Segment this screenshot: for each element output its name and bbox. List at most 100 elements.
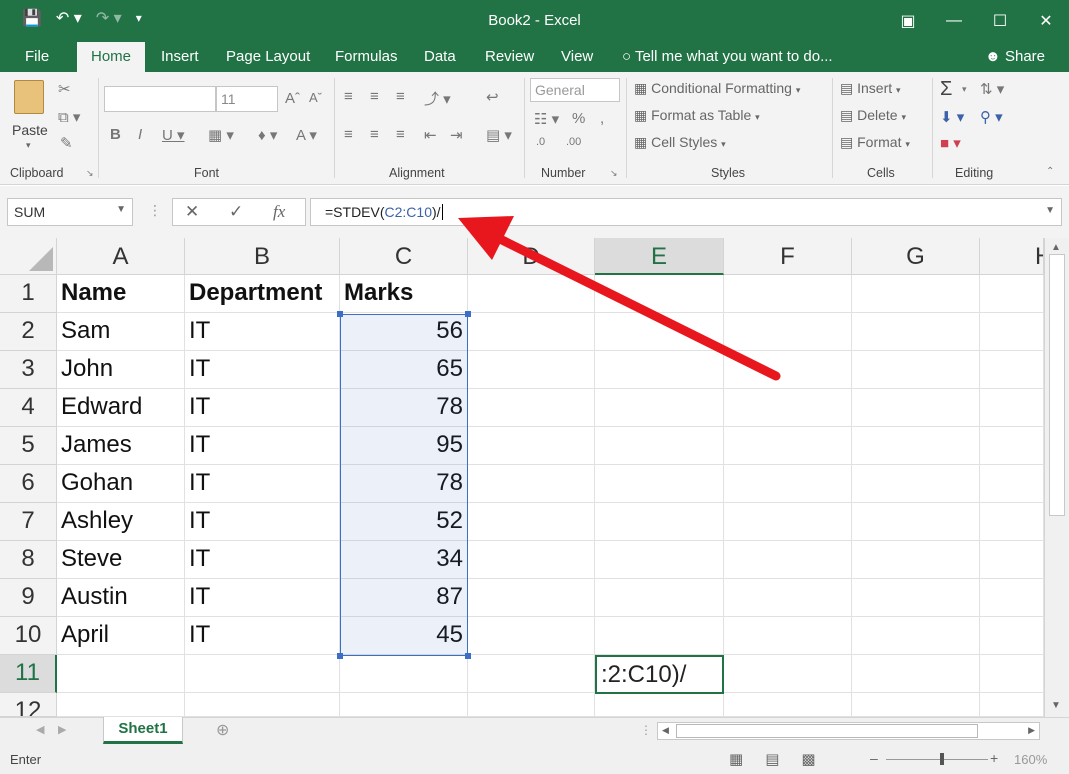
empty-cell[interactable] [595, 465, 724, 503]
empty-cell[interactable] [980, 655, 1044, 693]
cell-b6[interactable]: IT [185, 465, 340, 503]
sheet-tab-sheet1[interactable]: Sheet1 [103, 717, 183, 744]
orientation-icon[interactable]: ⤴ ▾ [424, 88, 451, 109]
cell-b1[interactable]: Department [185, 275, 340, 313]
decrease-decimal-icon[interactable]: .00 [566, 136, 581, 148]
insert-cells-button[interactable]: ▤ Insert ▾ [840, 80, 901, 97]
previous-sheet-icon[interactable]: ◀ [36, 723, 44, 736]
tab-view[interactable]: View [561, 48, 593, 65]
scroll-right-icon[interactable]: ▶ [1028, 725, 1035, 736]
empty-cell[interactable] [980, 503, 1044, 541]
close-icon[interactable]: ✕ [1023, 11, 1069, 31]
cancel-icon[interactable]: ✕ [185, 202, 199, 222]
empty-cell[interactable] [595, 389, 724, 427]
empty-cell[interactable] [595, 617, 724, 655]
delete-cells-button[interactable]: ▤ Delete ▾ [840, 107, 906, 124]
decrease-indent-icon[interactable]: ⇤ [424, 126, 437, 144]
format-painter-icon[interactable]: ✎ [60, 134, 73, 152]
row-header-3[interactable]: 3 [0, 351, 57, 389]
increase-font-icon[interactable]: Aˆ [285, 90, 300, 107]
clear-icon[interactable]: ■ ▾ [940, 134, 961, 152]
empty-cell[interactable] [852, 275, 980, 313]
cell-a2[interactable]: Sam [57, 313, 185, 351]
ribbon-display-icon[interactable]: ▣ [885, 11, 931, 31]
cell-a4[interactable]: Edward [57, 389, 185, 427]
column-header-b[interactable]: B [185, 238, 340, 275]
zoom-in-icon[interactable]: + [990, 750, 998, 766]
empty-cell[interactable] [724, 351, 852, 389]
tab-page-layout[interactable]: Page Layout [226, 48, 310, 65]
zoom-slider-thumb[interactable] [940, 753, 944, 765]
enter-icon[interactable]: ✓ [229, 202, 243, 222]
empty-cell[interactable] [724, 389, 852, 427]
font-size-input[interactable]: 11 [216, 86, 278, 112]
empty-cell[interactable] [595, 313, 724, 351]
cell-b7[interactable]: IT [185, 503, 340, 541]
tab-review[interactable]: Review [485, 48, 534, 65]
empty-cell[interactable] [980, 465, 1044, 503]
empty-cell[interactable] [852, 655, 980, 693]
find-select-icon[interactable]: ⚲ ▾ [980, 108, 1003, 126]
share-button[interactable]: ☻ Share [985, 48, 1045, 65]
zoom-level[interactable]: 160% [1014, 752, 1047, 767]
empty-cell[interactable] [852, 617, 980, 655]
maximize-icon[interactable]: ☐ [977, 11, 1023, 31]
empty-cell[interactable] [980, 313, 1044, 351]
empty-cell[interactable] [724, 617, 852, 655]
empty-cell[interactable] [980, 693, 1044, 717]
empty-cell[interactable] [724, 579, 852, 617]
empty-cell[interactable] [185, 693, 340, 717]
cell-a10[interactable]: April [57, 617, 185, 655]
drag-handle-icon[interactable]: ⋮ [148, 202, 162, 219]
empty-cell[interactable] [595, 275, 724, 313]
cell-b5[interactable]: IT [185, 427, 340, 465]
empty-cell[interactable] [468, 503, 595, 541]
cell-b4[interactable]: IT [185, 389, 340, 427]
empty-cell[interactable] [724, 275, 852, 313]
empty-cell[interactable] [595, 693, 724, 717]
cell-b3[interactable]: IT [185, 351, 340, 389]
empty-cell[interactable] [595, 579, 724, 617]
dialog-launcher-icon[interactable]: ↘ [610, 168, 618, 179]
empty-cell[interactable] [852, 351, 980, 389]
column-header-d[interactable]: D [468, 238, 595, 275]
comma-style-icon[interactable]: , [600, 110, 604, 127]
cell-c8[interactable]: 34 [340, 541, 468, 579]
row-header-9[interactable]: 9 [0, 579, 57, 617]
row-header-12[interactable]: 12 [0, 693, 57, 717]
cell-b8[interactable]: IT [185, 541, 340, 579]
cell-a9[interactable]: Austin [57, 579, 185, 617]
empty-cell[interactable] [595, 541, 724, 579]
empty-cell[interactable] [57, 655, 185, 693]
empty-cell[interactable] [468, 465, 595, 503]
decrease-font-icon[interactable]: Aˇ [309, 90, 322, 105]
increase-indent-icon[interactable]: ⇥ [450, 126, 463, 144]
row-header-11[interactable]: 11 [0, 655, 57, 693]
empty-cell[interactable] [852, 313, 980, 351]
empty-cell[interactable] [468, 541, 595, 579]
formula-input[interactable]: =STDEV(C2:C10)/ ▼ [310, 198, 1062, 226]
empty-cell[interactable] [980, 579, 1044, 617]
cell-a5[interactable]: James [57, 427, 185, 465]
empty-cell[interactable] [852, 427, 980, 465]
scroll-left-icon[interactable]: ◀ [662, 725, 669, 736]
chevron-down-icon[interactable]: ▾ [962, 84, 967, 95]
expand-formula-bar-icon[interactable]: ▼ [1045, 205, 1055, 216]
empty-cell[interactable] [724, 655, 852, 693]
number-format-dropdown[interactable]: General [530, 78, 620, 102]
next-sheet-icon[interactable]: ▶ [58, 723, 66, 736]
cell-b10[interactable]: IT [185, 617, 340, 655]
empty-cell[interactable] [595, 503, 724, 541]
page-break-view-icon[interactable]: ▩ [801, 750, 815, 768]
empty-cell[interactable] [852, 389, 980, 427]
accounting-format-icon[interactable]: ☷ ▾ [534, 110, 559, 128]
empty-cell[interactable] [724, 465, 852, 503]
column-header-h[interactable]: H [980, 238, 1044, 275]
vertical-scrollbar[interactable]: ▲ ▼ [1044, 238, 1069, 717]
underline-icon[interactable]: U ▾ [162, 126, 185, 144]
empty-cell[interactable] [468, 579, 595, 617]
insert-function-icon[interactable]: fx [273, 202, 285, 222]
cell-c5[interactable]: 95 [340, 427, 468, 465]
empty-cell[interactable] [852, 465, 980, 503]
zoom-slider[interactable] [886, 759, 988, 760]
